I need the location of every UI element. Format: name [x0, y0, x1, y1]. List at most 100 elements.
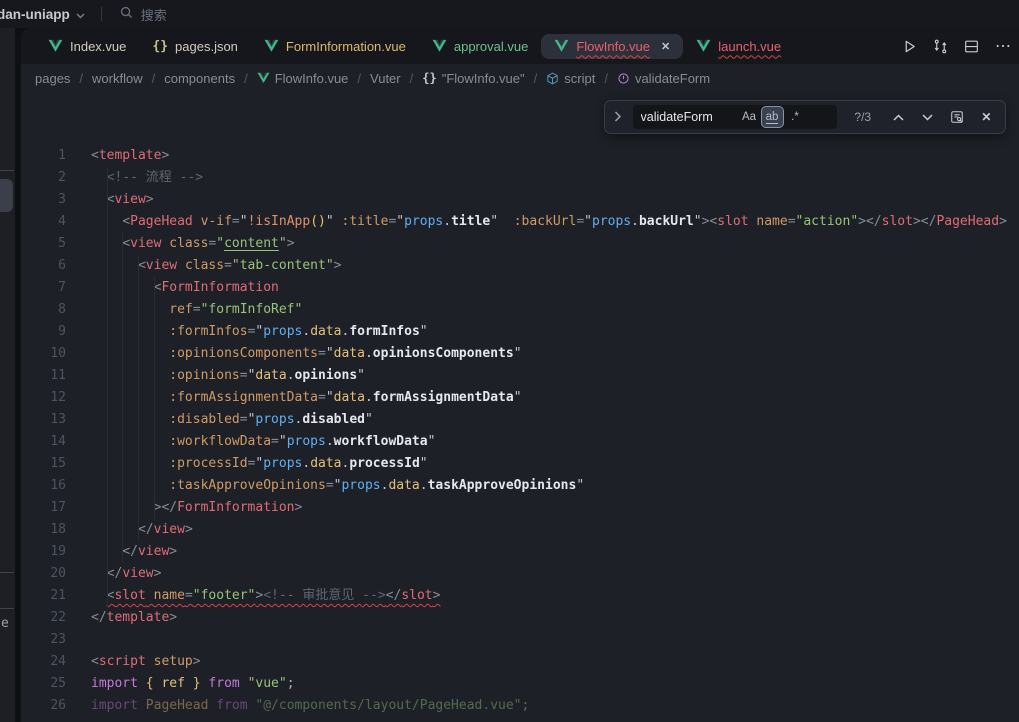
code-line-text: :opinions="data.opinions" [91, 365, 365, 387]
open-changes-button[interactable] [933, 39, 948, 54]
code-line[interactable]: 13 :disabled="props.disabled" [21, 409, 1019, 431]
chevron-down-icon [76, 7, 85, 22]
code-line[interactable]: 25 import { ref } from "vue"; [21, 673, 1019, 695]
project-name: dan-uniapp [0, 7, 70, 22]
code-line[interactable]: 3 <view> [21, 189, 1019, 211]
line-number[interactable]: 3 [21, 189, 66, 211]
code-line[interactable]: 10 :opinionsComponents="data.opinionsCom… [21, 343, 1019, 365]
tab-bar: Index.vue{}pages.jsonFormInformation.vue… [21, 28, 1019, 64]
code-line-text: <PageHead v-if="!isInApp()" :title="prop… [91, 211, 1007, 233]
breadcrumb-separator: / [604, 71, 608, 86]
code-line[interactable]: 19 </view> [21, 541, 1019, 563]
breadcrumb-item-components[interactable]: components [164, 71, 235, 86]
breadcrumb-item-flowinfovue[interactable]: {}"FlowInfo.vue" [422, 71, 524, 86]
run-button[interactable] [902, 39, 917, 54]
breadcrumb-item-pages[interactable]: pages [35, 71, 70, 86]
breadcrumb-item-script[interactable]: script [546, 71, 595, 86]
line-number[interactable]: 26 [21, 695, 66, 717]
find-expand-toggle[interactable] [611, 110, 625, 125]
code-line[interactable]: 21 <slot name="footer"><!-- 审批意见 --></sl… [21, 585, 1019, 607]
breadcrumb-item-vuter[interactable]: Vuter [370, 71, 401, 86]
project-switcher[interactable]: dan-uniapp [0, 7, 85, 22]
line-number[interactable]: 8 [21, 299, 66, 321]
tab-forminformation-vue[interactable]: FormInformation.vue [251, 34, 419, 59]
breadcrumb-item-workflow[interactable]: workflow [92, 71, 143, 86]
collapsed-panel-handle[interactable] [0, 179, 13, 212]
whole-word-button[interactable]: ab [762, 107, 783, 127]
code-line[interactable]: 16 :taskApproveOpinions="props.data.task… [21, 475, 1019, 497]
indent-guide [122, 233, 123, 563]
code-line[interactable]: 9 :formInfos="props.data.formInfos" [21, 321, 1019, 343]
code-line[interactable]: 11 :opinions="data.opinions" [21, 365, 1019, 387]
regex-button[interactable]: .* [785, 107, 806, 127]
code-line[interactable]: 12 :formAssignmentData="data.formAssignm… [21, 387, 1019, 409]
code-line-text: <slot name="footer"><!-- 审批意见 --></slot> [91, 585, 440, 607]
match-case-button[interactable]: Aa [739, 107, 760, 127]
line-number[interactable]: 22 [21, 607, 66, 629]
code-line[interactable]: 18 </view> [21, 519, 1019, 541]
line-number[interactable]: 14 [21, 431, 66, 453]
line-number[interactable]: 1 [21, 145, 66, 167]
line-number[interactable]: 12 [21, 387, 66, 409]
code-line[interactable]: 8 ref="formInfoRef" [21, 299, 1019, 321]
split-editor-button[interactable] [964, 39, 979, 54]
line-number[interactable]: 18 [21, 519, 66, 541]
code-line[interactable]: 20 </view> [21, 563, 1019, 585]
line-number[interactable]: 15 [21, 453, 66, 475]
tab-approval-vue[interactable]: approval.vue [419, 34, 541, 59]
tab-pages-json[interactable]: {}pages.json [139, 34, 251, 59]
code-line[interactable]: 24<script setup> [21, 651, 1019, 673]
line-number[interactable]: 11 [21, 365, 66, 387]
line-number[interactable]: 6 [21, 255, 66, 277]
tab-index-vue[interactable]: Index.vue [35, 34, 139, 59]
code-line[interactable]: 6 <view class="tab-content"> [21, 255, 1019, 277]
line-number[interactable]: 23 [21, 629, 66, 651]
code-line[interactable]: 4 <PageHead v-if="!isInApp()" :title="pr… [21, 211, 1019, 233]
line-number[interactable]: 16 [21, 475, 66, 497]
code-line-text: :opinionsComponents="data.opinionsCompon… [91, 343, 522, 365]
line-number[interactable]: 21 [21, 585, 66, 607]
code-line-text: :processId="props.data.processId" [91, 453, 428, 475]
line-number[interactable]: 2 [21, 167, 66, 189]
code-line[interactable]: 7 <FormInformation [21, 277, 1019, 299]
breadcrumb-item-flowinfovue[interactable]: FlowInfo.vue [257, 71, 349, 86]
left-sliver: e [0, 28, 15, 722]
code-line[interactable]: 15 :processId="props.data.processId" [21, 453, 1019, 475]
open-changes-icon [933, 39, 948, 54]
line-number[interactable]: 20 [21, 563, 66, 585]
code-line[interactable]: 22</template> [21, 607, 1019, 629]
line-number[interactable]: 5 [21, 233, 66, 255]
find-previous-button[interactable] [888, 106, 909, 128]
find-in-selection-button[interactable] [947, 106, 968, 128]
line-number[interactable]: 10 [21, 343, 66, 365]
line-number[interactable]: 7 [21, 277, 66, 299]
code-line[interactable]: 26import PageHead from "@/components/lay… [21, 695, 1019, 717]
line-number[interactable]: 24 [21, 651, 66, 673]
code-line[interactable]: 14 :workflowData="props.workflowData" [21, 431, 1019, 453]
tab-close-button close-icon[interactable]: ✕ [661, 40, 670, 53]
breadcrumb-item-validateform[interactable]: validateForm [617, 71, 710, 86]
line-number[interactable]: 17 [21, 497, 66, 519]
code-line[interactable]: 1<template> [21, 145, 1019, 167]
find-next-button[interactable] [917, 106, 938, 128]
line-number[interactable]: 13 [21, 409, 66, 431]
find-close-button close-icon[interactable]: ✕ [976, 106, 997, 128]
line-number[interactable]: 9 [21, 321, 66, 343]
more-actions-button[interactable]: ⋯ [995, 36, 1013, 56]
code-editor[interactable]: 1<template>2 <!-- 流程 -->3 <view>4 <PageH… [21, 92, 1019, 722]
code-line-text: :formInfos="props.data.formInfos" [91, 321, 428, 343]
code-line-text: </view> [91, 541, 177, 563]
code-line[interactable]: 5 <view class="content"> [21, 233, 1019, 255]
find-input[interactable] [641, 110, 737, 124]
tab-flowinfo-vue[interactable]: FlowInfo.vue✕ [541, 34, 683, 59]
code-line[interactable]: 17 ></FormInformation> [21, 497, 1019, 519]
line-number[interactable]: 19 [21, 541, 66, 563]
code-line-text: import { ref } from "vue"; [91, 673, 295, 695]
global-search[interactable]: 搜索 [120, 5, 167, 24]
code-line[interactable]: 2 <!-- 流程 --> [21, 167, 1019, 189]
module-icon [546, 72, 559, 85]
tab-launch-vue[interactable]: launch.vue [683, 34, 794, 59]
line-number[interactable]: 25 [21, 673, 66, 695]
code-line[interactable]: 23 [21, 629, 1019, 651]
line-number[interactable]: 4 [21, 211, 66, 233]
